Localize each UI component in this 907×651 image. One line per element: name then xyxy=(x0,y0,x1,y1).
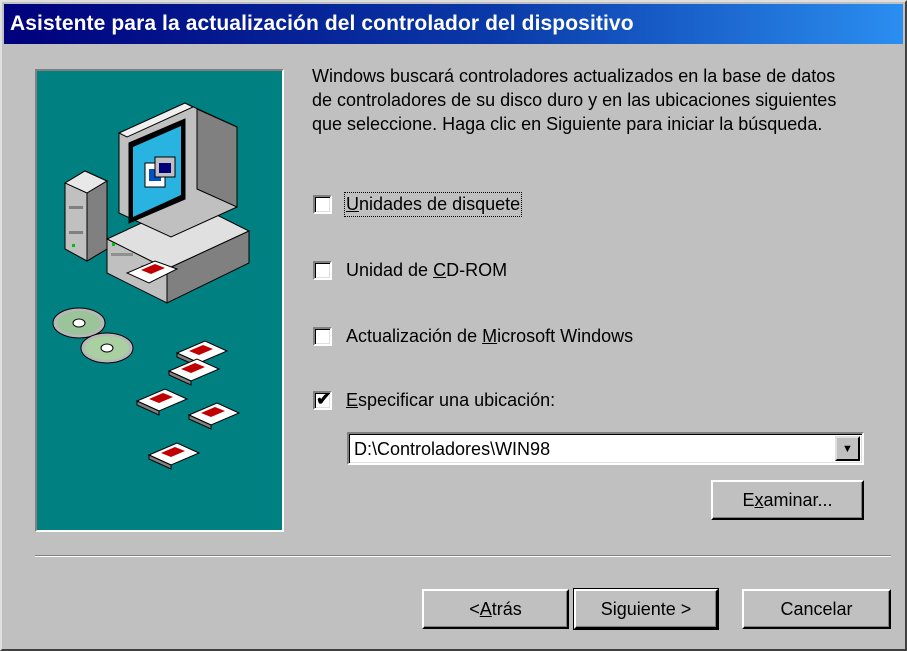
cdrom-checkbox[interactable] xyxy=(313,261,332,280)
separator xyxy=(35,555,891,557)
checkmark-icon: ✔ xyxy=(316,389,332,409)
windows-update-label: Actualización de Microsoft Windows xyxy=(346,326,634,346)
specify-location-label: Especificar una ubicación: xyxy=(346,390,556,410)
browse-button[interactable]: Ex aminar... xyxy=(711,480,864,520)
next-label: Siguiente > xyxy=(600,598,692,619)
title-bar[interactable]: Asistente para la actualización del cont… xyxy=(4,4,903,44)
intro-text: Windows buscará controladores actualizad… xyxy=(312,66,837,134)
wizard-window: Asistente para la actualización del cont… xyxy=(0,0,907,651)
back-button[interactable]: < Atrás xyxy=(422,589,569,629)
option-windows-update[interactable]: Actualización de Microsoft Windows xyxy=(313,326,633,347)
computer-and-disks-illustration xyxy=(52,102,251,470)
cancel-button[interactable]: Cancelar xyxy=(742,589,891,629)
option-floppy[interactable]: Unidades de disquete xyxy=(313,192,523,217)
windows-update-checkbox[interactable] xyxy=(313,327,332,346)
next-button[interactable]: Siguiente > xyxy=(573,588,719,630)
option-specify-location[interactable]: ✔ Especificar una ubicación: xyxy=(313,389,556,411)
location-value[interactable]: D:\Controladores\WIN98 xyxy=(354,439,550,460)
tower-icon xyxy=(63,170,109,262)
wizard-illustration xyxy=(35,69,284,532)
floppy-disks-icon xyxy=(135,340,241,470)
cancel-label: Cancelar xyxy=(780,598,853,619)
cd-discs-icon xyxy=(52,307,134,364)
specify-location-checkbox[interactable]: ✔ xyxy=(313,389,332,410)
dropdown-arrow-icon[interactable]: ▼ xyxy=(835,436,860,461)
floppy-label: Unidades de disquete xyxy=(343,192,523,217)
cdrom-label: Unidad de CD-ROM xyxy=(346,260,508,280)
floppy-checkbox[interactable] xyxy=(313,195,332,214)
option-cdrom[interactable]: Unidad de CD-ROM xyxy=(313,260,507,281)
location-combobox[interactable]: D:\Controladores\WIN98 ▼ xyxy=(347,432,864,465)
window-title: Asistente para la actualización del cont… xyxy=(10,12,634,35)
